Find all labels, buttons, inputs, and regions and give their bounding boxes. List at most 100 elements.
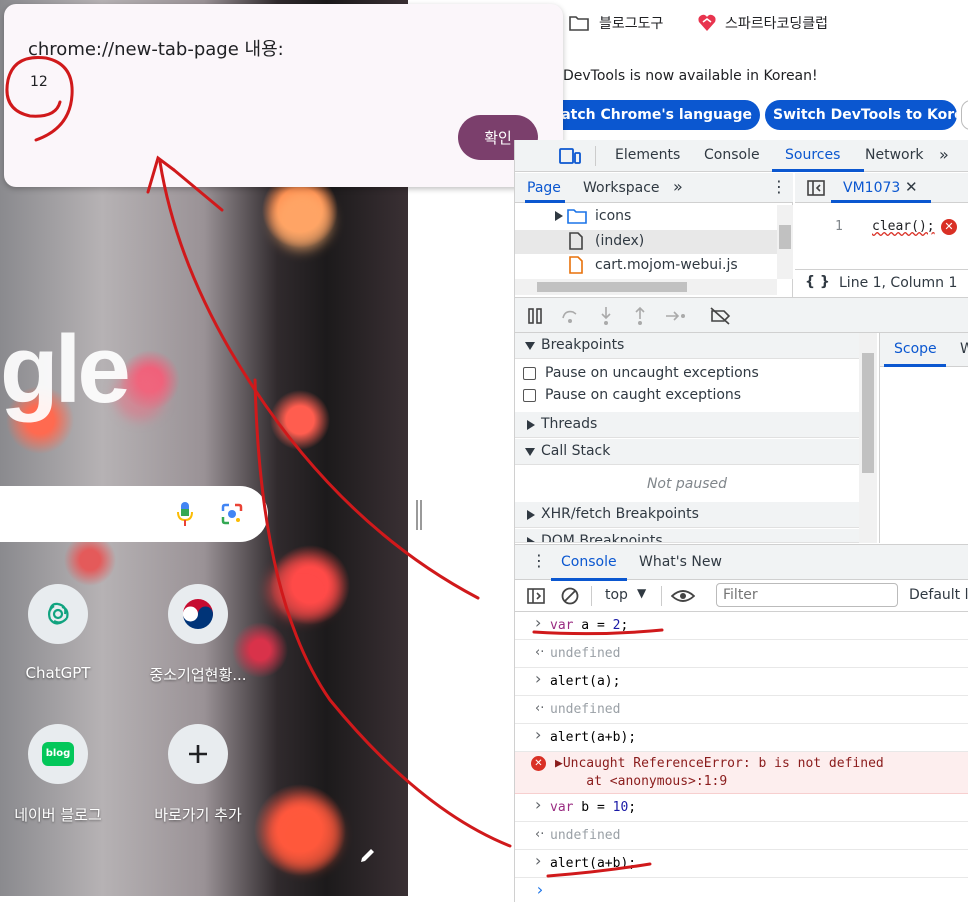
- drawer-menu-icon[interactable]: ⋮: [531, 551, 547, 570]
- bookmark-sparta[interactable]: 스파르타코딩클럽: [697, 13, 828, 33]
- threads-section-header[interactable]: Threads: [515, 412, 859, 438]
- code-token: var: [550, 800, 574, 815]
- tree-item-icons[interactable]: icons: [515, 205, 777, 229]
- scrollbar-thumb[interactable]: [537, 282, 687, 292]
- checkbox[interactable]: [523, 389, 536, 402]
- console-toolbar: top ▼ Default le: [515, 580, 968, 612]
- active-scope-tab-indicator: [884, 364, 946, 367]
- show-sidebar-icon[interactable]: [527, 588, 545, 604]
- error-message-text[interactable]: ▶Uncaught ReferenceError: b is not defin…: [555, 756, 884, 771]
- match-chrome-language-button[interactable]: Always match Chrome's language: [530, 100, 760, 130]
- live-expression-eye-icon[interactable]: [671, 588, 695, 604]
- bokeh-light: [272, 190, 332, 250]
- resize-handle[interactable]: [416, 500, 422, 530]
- drawer-tab-whats-new[interactable]: What's New: [639, 554, 722, 570]
- shortcut-chatgpt[interactable]: ChatGPT: [0, 584, 123, 682]
- vertical-scrollbar[interactable]: [777, 205, 793, 279]
- tree-item-cart-js[interactable]: cart.mojom-webui.js: [515, 254, 777, 278]
- step-icon[interactable]: [665, 308, 687, 324]
- editor-file-tab[interactable]: VM1073: [843, 180, 900, 196]
- bookmarks-bar: 블로그도구 스파르타코딩클럽: [563, 0, 968, 50]
- console-output-line: ‹· undefined: [515, 822, 968, 850]
- bookmark-blog-tools[interactable]: 블로그도구: [569, 13, 663, 33]
- code-token: var: [550, 618, 574, 633]
- tab-console[interactable]: Console: [704, 147, 760, 163]
- console-input-text[interactable]: alert(a);: [550, 674, 620, 689]
- console-input-text[interactable]: alert(a+b);: [550, 730, 636, 745]
- console-input-line: › alert(a+b);: [515, 724, 968, 752]
- call-stack-section-header[interactable]: Call Stack: [515, 439, 859, 465]
- collapse-arrow-icon: [525, 342, 535, 350]
- console-prompt-icon[interactable]: ›: [535, 880, 545, 899]
- breakpoints-section-header[interactable]: Breakpoints: [515, 333, 859, 359]
- console-input-line: › alert(a);: [515, 668, 968, 696]
- dont-show-again-button[interactable]: [961, 100, 968, 130]
- tab-sources[interactable]: Sources: [785, 147, 840, 163]
- step-out-icon[interactable]: [633, 306, 647, 326]
- log-levels-select[interactable]: Default le: [909, 587, 968, 603]
- device-toolbar-icon[interactable]: [559, 148, 581, 164]
- microphone-icon[interactable]: [177, 502, 193, 526]
- console-input-text[interactable]: alert(a+b);: [550, 856, 636, 871]
- shortcut-label: 네이버 블로그: [14, 806, 102, 824]
- code-line[interactable]: clear();: [872, 219, 935, 234]
- xhr-breakpoints-section-header[interactable]: XHR/fetch Breakpoints: [515, 502, 859, 528]
- tab-network[interactable]: Network: [865, 147, 923, 163]
- checkbox[interactable]: [523, 367, 536, 380]
- pencil-icon[interactable]: [358, 845, 378, 865]
- deactivate-breakpoints-icon[interactable]: [709, 307, 731, 325]
- tab-watch[interactable]: W: [960, 341, 968, 357]
- sources-navigator: Page Workspace » ⋮ icons (index) cart.mo…: [515, 173, 793, 297]
- shortcut-add[interactable]: 바로가기 추가: [133, 724, 263, 825]
- shortcut-sme-status[interactable]: 중소기업현황...: [133, 584, 263, 685]
- tab-scope[interactable]: Scope: [894, 341, 937, 357]
- drawer-tab-console[interactable]: Console: [561, 554, 617, 570]
- more-subtabs-icon[interactable]: »: [673, 177, 683, 196]
- step-into-icon[interactable]: [599, 306, 613, 326]
- close-tab-icon[interactable]: ✕: [905, 178, 918, 196]
- step-over-icon[interactable]: [561, 308, 579, 324]
- korea-flag-icon: [168, 584, 228, 644]
- tree-item-index[interactable]: (index): [515, 230, 777, 254]
- dom-breakpoints-section-header[interactable]: DOM Breakpoints: [515, 529, 859, 543]
- code-token: ;: [620, 618, 629, 633]
- error-stack-text: at <anonymous>:1:9: [555, 774, 728, 789]
- pause-icon[interactable]: [527, 308, 543, 324]
- shortcut-naver-blog[interactable]: blog 네이버 블로그: [0, 724, 123, 825]
- console-input-text[interactable]: var b = 10;: [550, 800, 636, 815]
- not-paused-message: Not paused: [646, 476, 728, 492]
- navigator-menu-icon[interactable]: ⋮: [771, 177, 787, 196]
- scrollbar-thumb[interactable]: [862, 353, 874, 473]
- console-output-line: ‹· undefined: [515, 696, 968, 724]
- tab-page[interactable]: Page: [527, 180, 561, 196]
- blog-badge: blog: [42, 742, 74, 766]
- return-value-icon: ‹·: [535, 645, 545, 660]
- return-value-icon: ‹·: [535, 701, 545, 716]
- execution-context-select[interactable]: top: [605, 587, 628, 603]
- more-tabs-icon[interactable]: »: [939, 145, 949, 164]
- devtools-panel: Elements Console Sources Network » Page …: [514, 140, 968, 902]
- google-logo-fragment: gle: [0, 316, 131, 423]
- console-filter-input[interactable]: [716, 583, 898, 607]
- switch-devtools-korean-button[interactable]: Switch DevTools to Korean: [765, 100, 957, 130]
- pretty-print-icon[interactable]: { }: [805, 274, 830, 290]
- toggle-navigator-icon[interactable]: [807, 180, 825, 196]
- google-lens-icon[interactable]: [220, 502, 244, 526]
- tab-elements[interactable]: Elements: [615, 147, 680, 163]
- clear-console-icon[interactable]: [561, 587, 579, 605]
- scrollbar-thumb[interactable]: [779, 225, 791, 249]
- code-token: alert(a+b);: [550, 856, 637, 871]
- console-input-line: › var b = 10;: [515, 794, 968, 822]
- active-editor-tab-indicator: [831, 200, 931, 203]
- console-output-line: ‹· undefined: [515, 640, 968, 668]
- alert-title: chrome://new-tab-page 내용:: [28, 39, 284, 60]
- dropdown-arrow-icon[interactable]: ▼: [637, 586, 646, 600]
- tab-workspace[interactable]: Workspace: [583, 180, 660, 196]
- error-icon: ✕: [941, 219, 957, 235]
- expand-arrow-icon: [555, 211, 563, 221]
- console-error-message: ✕ ▶Uncaught ReferenceError: b is not defi…: [515, 752, 968, 794]
- vertical-scrollbar[interactable]: [859, 333, 877, 543]
- horizontal-scrollbar[interactable]: [515, 279, 777, 295]
- console-input-text[interactable]: var a = 2;: [550, 618, 628, 633]
- editor-tabs: VM1073 ✕: [795, 173, 968, 203]
